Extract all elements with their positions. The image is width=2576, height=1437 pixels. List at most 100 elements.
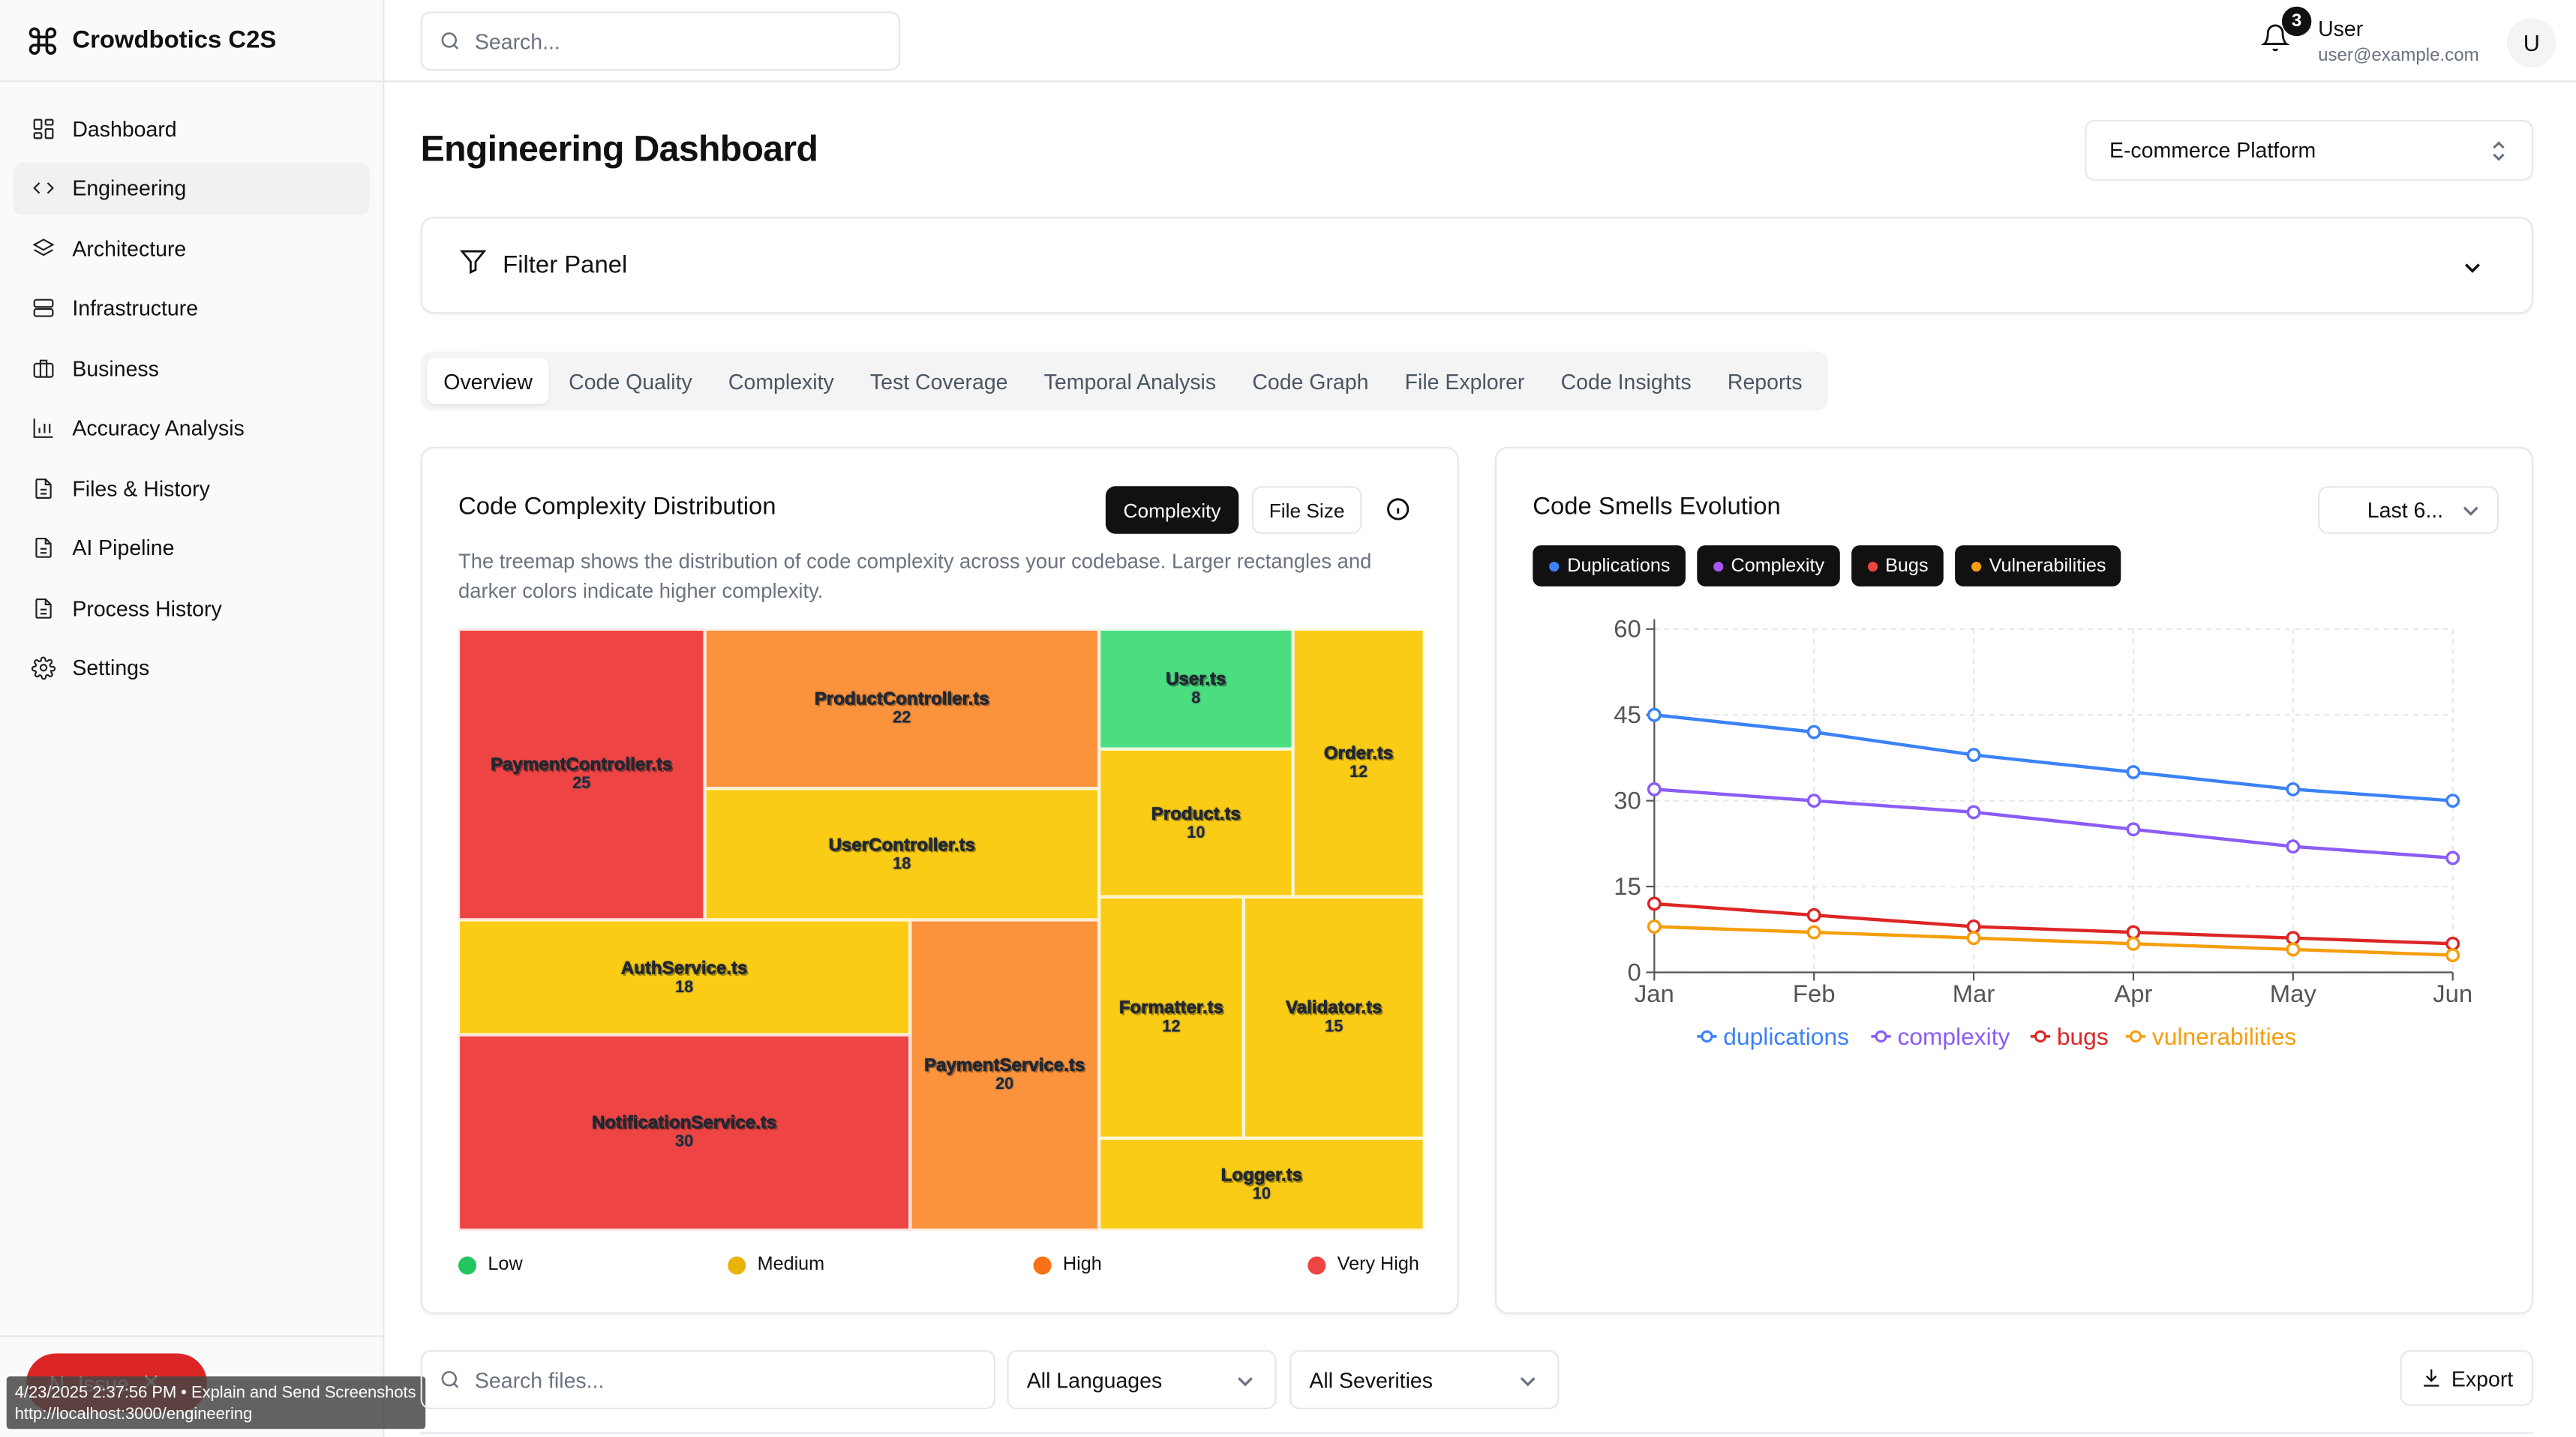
series-chip-duplications[interactable]: Duplications <box>1533 545 1686 586</box>
severity-select-value: All Severities <box>1309 1367 1433 1393</box>
code-smells-card: 0 15 30 45 60 Jan Feb Mar Apr May Jun duplications c… <box>1494 446 2533 1315</box>
project-select[interactable]: E-commerce Platform <box>2085 119 2533 181</box>
sidebar-item-label: Dashboard <box>72 116 177 141</box>
treemap-tile[interactable]: Validator.ts 15 <box>1243 896 1425 1138</box>
sidebar: Crowdbotics C2S Dashboard Engineering Arch… <box>0 0 426 1437</box>
legend-label: vulnerabilities <box>2152 1023 2296 1050</box>
chevron-down-icon[interactable] <box>2463 258 2482 278</box>
complexity-toggle-button[interactable]: Complexity <box>1105 486 1239 534</box>
treemap-tile[interactable]: NotificationService.ts 30 <box>458 1034 911 1231</box>
sidebar-item-ai-pipeline[interactable]: AI Pipeline <box>14 521 370 574</box>
app-root: Crowdbotics C2S Dashboard Engineering Arch… <box>0 0 2576 1437</box>
legend-swatch <box>1308 1256 1326 1274</box>
tile-value: 10 <box>1252 1185 1271 1204</box>
filter-icon <box>458 247 488 284</box>
sidebar-item-dashboard[interactable]: Dashboard <box>14 102 370 154</box>
time-range-select[interactable]: Last 6... <box>2318 486 2499 534</box>
treemap-tile[interactable]: UserController.ts 18 <box>704 788 1100 920</box>
sidebar-item-engineering[interactable]: Engineering <box>13 161 370 214</box>
legend-label: High <box>1062 1255 1102 1275</box>
tile-value: 18 <box>674 978 694 997</box>
tab-code-quality[interactable]: Code Quality <box>552 358 708 404</box>
sidebar-item-label: AI Pipeline <box>72 535 175 560</box>
legend-item: Very High <box>1308 1255 1419 1274</box>
user-name[interactable]: User <box>2318 16 2363 41</box>
briefcase-icon <box>29 355 56 381</box>
file-size-toggle-button[interactable]: File Size <box>1251 486 1362 534</box>
command-logo-icon <box>26 24 59 57</box>
treemap-tile[interactable]: PaymentController.ts 25 <box>458 628 705 920</box>
treemap-tile[interactable]: ProductController.ts 22 <box>704 628 1100 789</box>
tab-overview[interactable]: Overview <box>427 358 549 404</box>
data-point-duplications <box>2445 794 2460 808</box>
tile-filename: Formatter.ts <box>1118 998 1224 1018</box>
x-tick-label: Jan <box>1635 980 1674 1007</box>
sidebar-item-architecture[interactable]: Architecture <box>14 222 370 274</box>
x-tick-label: Apr <box>2114 980 2152 1007</box>
tab-test-coverage[interactable]: Test Coverage <box>854 358 1024 404</box>
filter-panel[interactable]: Filter Panel <box>420 217 2533 314</box>
complexity-treemap: PaymentController.ts 25 ProductController.… <box>458 628 1425 1231</box>
app-name: Crowdbotics C2S <box>72 26 277 55</box>
treemap-tile[interactable]: Product.ts 10 <box>1099 748 1293 897</box>
severity-select[interactable]: All Severities <box>1290 1350 1560 1410</box>
tab-temporal-analysis[interactable]: Temporal Analysis <box>1028 358 1232 404</box>
language-select[interactable]: All Languages <box>1007 1350 1277 1410</box>
legend-label: Very High <box>1337 1255 1419 1275</box>
treemap-tile[interactable]: PaymentService.ts 20 <box>910 920 1100 1231</box>
series-chip-vulnerabilities[interactable]: Vulnerabilities <box>1954 545 2121 586</box>
export-button[interactable]: Export <box>2400 1350 2533 1406</box>
global-search[interactable] <box>420 11 901 71</box>
sidebar-item-business[interactable]: Business <box>14 342 370 394</box>
treemap-tile[interactable]: AuthService.ts 18 <box>458 920 911 1035</box>
sidebar-item-files-history[interactable]: Files & History <box>14 461 370 514</box>
tab-code-insights[interactable]: Code Insights <box>1545 358 1708 404</box>
tab-code-graph[interactable]: Code Graph <box>1235 358 1385 404</box>
chevron-down-icon <box>2463 506 2478 516</box>
tile-filename: Order.ts <box>1323 744 1394 764</box>
tile-value: 25 <box>572 775 591 794</box>
tile-filename: PaymentService.ts <box>924 1056 1085 1076</box>
sidebar-item-label: Architecture <box>72 236 187 261</box>
file-search[interactable] <box>420 1350 996 1410</box>
treemap-legend: Low Medium High Very High <box>458 1255 1425 1278</box>
file-search-input[interactable] <box>474 1367 968 1393</box>
tile-filename: ProductController.ts <box>814 689 989 710</box>
brand[interactable]: Crowdbotics C2S <box>0 0 383 82</box>
data-point-complexity <box>2286 839 2301 854</box>
data-point-bugs <box>1647 896 1662 911</box>
series-chip-complexity[interactable]: Complexity <box>1696 545 1839 586</box>
sidebar-item-accuracy-analysis[interactable]: Accuracy Analysis <box>14 401 370 454</box>
series-color-dot <box>1867 560 1878 572</box>
avatar[interactable]: U <box>2506 18 2556 68</box>
series-toggle-chips: Duplications Complexity Bugs Vulnerabilitie… <box>1533 545 2132 586</box>
series-line-bugs <box>1654 902 2453 946</box>
search-input[interactable] <box>474 28 869 54</box>
tab-reports[interactable]: Reports <box>1711 358 1819 404</box>
series-chip-bugs[interactable]: Bugs <box>1851 545 1944 586</box>
sidebar-item-settings[interactable]: Settings <box>14 641 370 694</box>
filter-panel-title: Filter Panel <box>503 251 628 280</box>
data-point-vulnerabilities <box>1966 931 1981 946</box>
user-email: user@example.com <box>2318 46 2479 66</box>
treemap-tile[interactable]: Logger.ts 10 <box>1099 1138 1425 1231</box>
tab-complexity[interactable]: Complexity <box>712 358 851 404</box>
sidebar-item-process-history[interactable]: Process History <box>14 581 370 634</box>
info-icon[interactable] <box>1385 496 1411 522</box>
legend-item: Low <box>458 1255 523 1274</box>
series-color-dot <box>1713 560 1723 572</box>
sidebar-item-infrastructure[interactable]: Infrastructure <box>14 282 370 334</box>
treemap-tile[interactable]: Order.ts 12 <box>1293 628 1425 897</box>
time-range-value: Last 6... <box>2367 497 2444 523</box>
data-point-duplications <box>2286 782 2301 796</box>
data-point-duplications <box>1966 748 1981 763</box>
search-icon <box>441 1371 459 1388</box>
layers-icon <box>29 235 56 261</box>
tab-file-explorer[interactable]: File Explorer <box>1389 358 1542 404</box>
treemap-tile[interactable]: User.ts 8 <box>1099 628 1293 749</box>
treemap-tile[interactable]: Formatter.ts 12 <box>1099 896 1244 1138</box>
data-point-vulnerabilities <box>1647 920 1662 934</box>
screenshot-toast: 4/23/2025 2:37:56 PM • Explain and Send … <box>6 1376 426 1430</box>
chevron-down-icon <box>1520 1377 1536 1387</box>
code-icon <box>29 175 56 201</box>
